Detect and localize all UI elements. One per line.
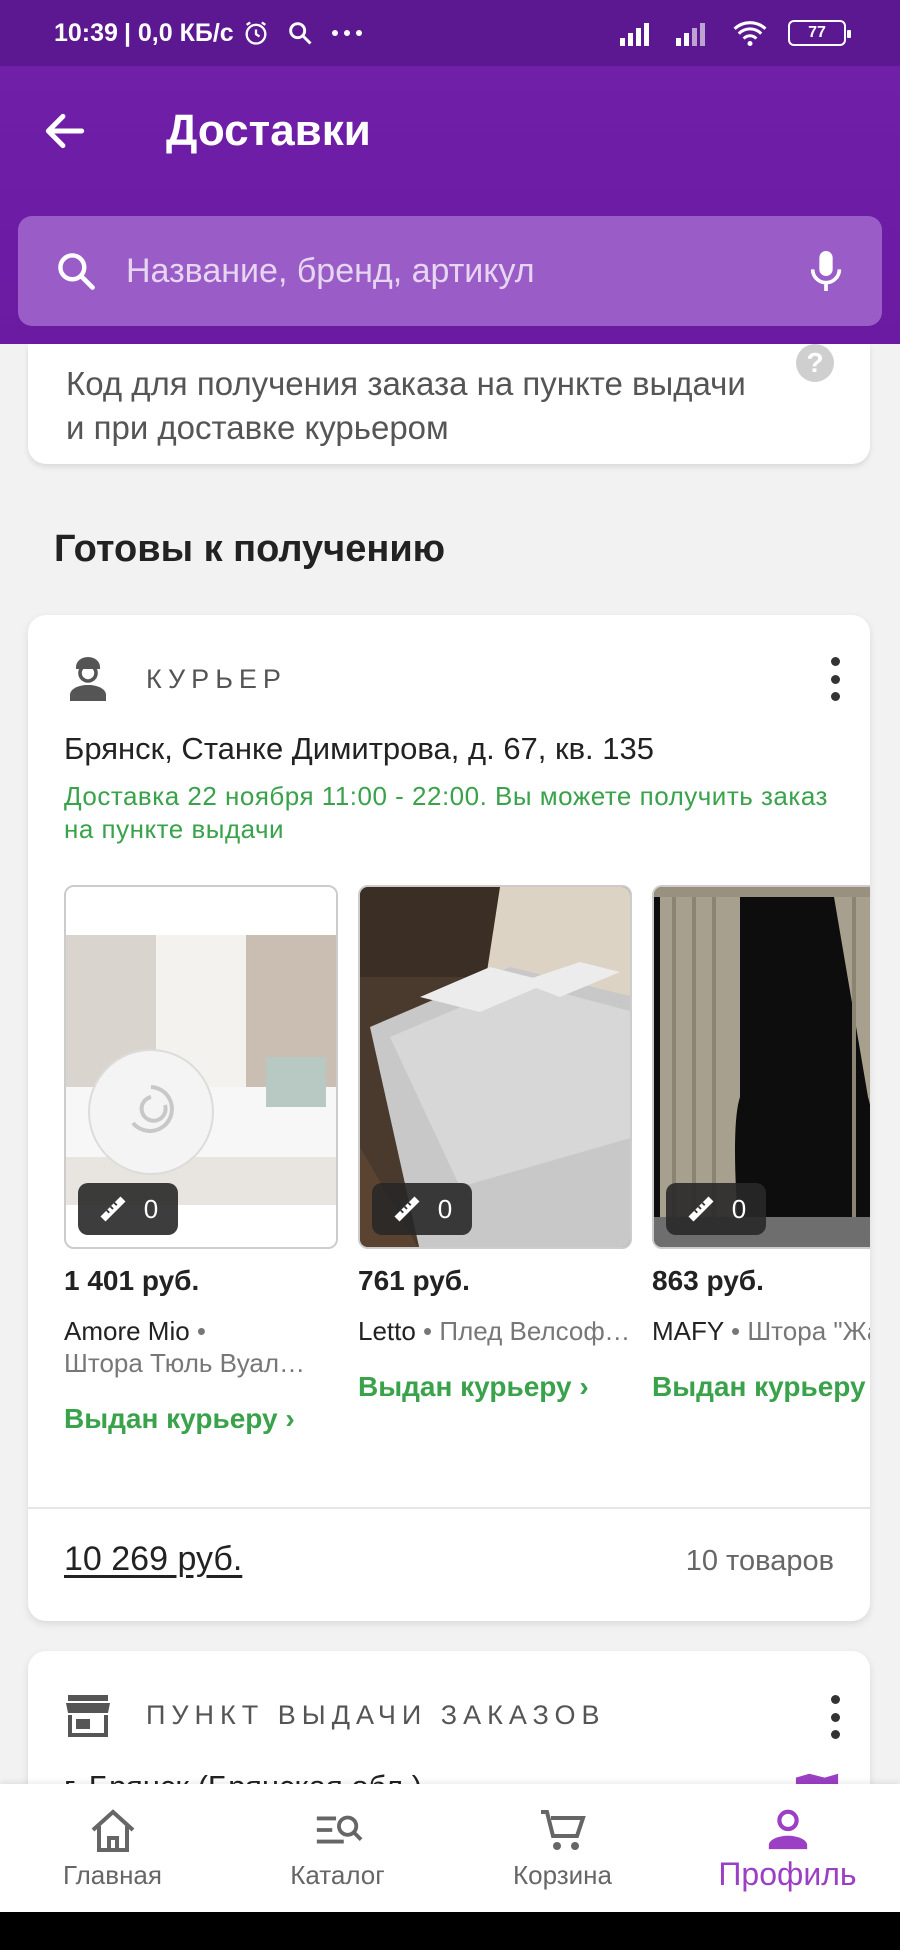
product-card[interactable]: 0 761 руб. Letto • Плед Велсофт, размер …: [358, 885, 632, 1403]
more-status-icon: [331, 30, 362, 36]
battery-indicator: 77: [788, 20, 851, 46]
review-badge: 0: [78, 1183, 178, 1235]
product-status-link[interactable]: Выдан курьеру ›: [358, 1371, 632, 1403]
courier-address: Брянск, Станке Димитрова, д. 67, кв. 135: [64, 731, 654, 766]
card-divider: [28, 1507, 870, 1509]
nav-profile[interactable]: Профиль: [675, 1784, 900, 1912]
product-image[interactable]: 0: [64, 885, 338, 1249]
profile-icon: [768, 1809, 807, 1850]
status-time: 10:39: [54, 18, 118, 47]
nav-cart-label: Корзина: [512, 1860, 613, 1890]
pickup-more-menu-icon[interactable]: [828, 1695, 842, 1739]
status-network-speed: | 0,0 КБ/с: [123, 18, 234, 47]
pickup-label: ПУНКТ ВЫДАЧИ ЗАКАЗОВ: [146, 1699, 606, 1730]
signal-2-icon: [676, 23, 705, 46]
microphone-icon[interactable]: [806, 247, 846, 295]
product-name: Letto • Плед Велсофт, размер …: [358, 1316, 632, 1346]
nav-catalog[interactable]: Каталог: [225, 1784, 450, 1912]
catalog-search-icon: [316, 1815, 362, 1844]
nav-profile-label: Профиль: [718, 1856, 857, 1892]
review-badge: 0: [372, 1183, 472, 1235]
product-price: 863 руб.: [652, 1265, 764, 1296]
nav-cart[interactable]: Корзина: [450, 1784, 675, 1912]
product-image[interactable]: 0: [652, 885, 870, 1249]
product-price: 1 401 руб.: [64, 1265, 200, 1296]
store-icon: [66, 1695, 110, 1737]
search-input[interactable]: [126, 251, 806, 291]
courier-label: КУРЬЕР: [146, 663, 287, 694]
alarm-icon: [245, 21, 267, 45]
help-icon[interactable]: ?: [796, 344, 834, 382]
pickup-code-text: Код для получения заказа на пункте выдач…: [66, 365, 746, 446]
ruler-icon: [100, 1196, 126, 1222]
product-status-link[interactable]: Выдан курьеру: [652, 1371, 870, 1403]
courier-more-menu-icon[interactable]: [828, 657, 842, 701]
product-name: MAFY • Штора "Жаккард" CYPR: [652, 1316, 870, 1346]
order-total[interactable]: 10 269 руб.: [64, 1540, 242, 1579]
search-icon: [58, 253, 95, 290]
nav-catalog-label: Каталог: [290, 1860, 385, 1890]
courier-icon: [70, 657, 106, 701]
section-title-ready: Готовы к получению: [54, 528, 446, 570]
product-card[interactable]: 0 863 руб. MAFY • Штора "Жаккард" CYPR В…: [652, 885, 870, 1403]
bottom-navigation: Главная Каталог Корзина Профиль: [0, 1784, 900, 1912]
back-arrow-icon[interactable]: [40, 106, 90, 156]
product-name: Amore Mio • Штора Тюль Вуал…: [64, 1316, 306, 1378]
product-status-link[interactable]: Выдан курьеру ›: [64, 1403, 338, 1435]
product-card[interactable]: 0 1 401 руб. Amore Mio • Штора Тюль Вуал…: [64, 885, 338, 1435]
nav-home[interactable]: Главная: [0, 1784, 225, 1912]
wifi-icon: [733, 21, 767, 47]
courier-delivery-card: КУРЬЕР Брянск, Станке Димитрова, д. 67, …: [28, 615, 870, 1621]
nav-home-label: Главная: [63, 1860, 162, 1890]
product-image[interactable]: 0: [358, 885, 632, 1249]
product-carousel[interactable]: 0 1 401 руб. Amore Mio • Штора Тюль Вуал…: [64, 885, 870, 1445]
ruler-icon: [688, 1196, 714, 1222]
pickup-header: ПУНКТ ВЫДАЧИ ЗАКАЗОВ: [64, 1693, 606, 1737]
pickup-code-card[interactable]: Код для получения заказа на пункте выдач…: [28, 344, 870, 464]
system-navigation-bar: [0, 1912, 900, 1950]
signal-icon: [620, 23, 649, 46]
delivery-note: Доставка 22 ноября 11:00 - 22:00. Вы мож…: [64, 781, 828, 844]
ruler-icon: [394, 1196, 420, 1222]
search-status-icon: [288, 22, 312, 45]
home-icon: [91, 1809, 134, 1852]
items-count: 10 товаров: [685, 1545, 834, 1577]
search-bar[interactable]: [18, 216, 882, 326]
app-bar: Доставки: [0, 66, 900, 344]
product-price: 761 руб.: [358, 1265, 470, 1296]
cart-icon: [540, 1810, 586, 1850]
page-title: Доставки: [166, 106, 371, 155]
courier-header: КУРЬЕР: [64, 655, 287, 703]
status-bar: 10:39 | 0,0 КБ/с 77: [0, 0, 900, 66]
review-badge: 0: [666, 1183, 766, 1235]
